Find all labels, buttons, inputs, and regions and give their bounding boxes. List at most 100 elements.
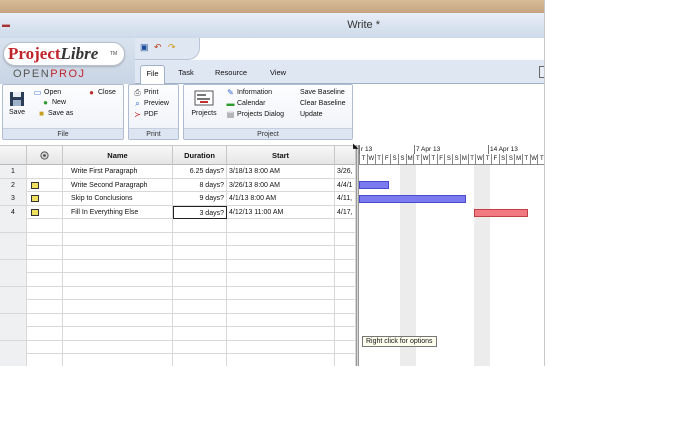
table-row[interactable]: [0, 327, 356, 341]
duration-column-header[interactable]: Duration: [173, 146, 227, 165]
table-row[interactable]: [0, 313, 356, 327]
row-number-header[interactable]: [0, 146, 27, 165]
finish-cell[interactable]: [335, 327, 356, 340]
info-cell[interactable]: [27, 246, 63, 259]
info-cell[interactable]: [27, 232, 63, 246]
undo-icon[interactable]: ↶: [154, 42, 162, 53]
start-cell[interactable]: [227, 327, 335, 340]
finish-cell[interactable]: [335, 246, 356, 259]
name-cell[interactable]: [63, 259, 173, 273]
task-note-icon[interactable]: [31, 181, 39, 189]
dur-cell[interactable]: [173, 259, 227, 273]
gantt-bar-task-3[interactable]: [359, 195, 466, 203]
info-cell[interactable]: [27, 178, 63, 192]
name-cell[interactable]: Write First Paragraph: [63, 165, 173, 178]
start-cell[interactable]: [227, 246, 335, 259]
info-column-header[interactable]: [27, 146, 63, 165]
finish-cell[interactable]: 4/4/1: [335, 178, 356, 192]
start-cell[interactable]: [227, 300, 335, 313]
info-cell[interactable]: [27, 219, 63, 232]
info-cell[interactable]: [27, 192, 63, 205]
finish-cell[interactable]: 3/26,: [335, 165, 356, 178]
save-as-button[interactable]: ■ Save as: [37, 109, 73, 119]
dur-cell[interactable]: 9 days?: [173, 192, 227, 205]
name-cell[interactable]: [63, 219, 173, 232]
start-cell[interactable]: 3/26/13 8:00 AM: [227, 178, 335, 192]
finish-cell[interactable]: [335, 286, 356, 300]
info-cell[interactable]: [27, 165, 63, 178]
dur-cell[interactable]: [173, 246, 227, 259]
projects-dialog-button[interactable]: ▤ Projects Dialog: [226, 110, 284, 120]
dur-cell[interactable]: [173, 273, 227, 286]
tab-resource[interactable]: Resource: [210, 65, 252, 84]
pdf-button[interactable]: ≻ PDF: [133, 110, 158, 120]
finish-cell[interactable]: 4/17,: [335, 205, 356, 219]
table-row[interactable]: [0, 273, 356, 287]
info-cell[interactable]: [27, 205, 63, 219]
table-row[interactable]: [0, 259, 356, 273]
info-cell[interactable]: [27, 327, 63, 340]
clear-baseline-button[interactable]: Clear Baseline: [300, 99, 346, 109]
save-button[interactable]: Save: [5, 91, 29, 116]
name-cell[interactable]: [63, 232, 173, 246]
dur-cell[interactable]: [173, 313, 227, 327]
info-cell[interactable]: [27, 286, 63, 300]
start-cell[interactable]: 4/12/13 11:00 AM: [227, 205, 335, 219]
info-cell[interactable]: [27, 259, 63, 273]
start-column-header[interactable]: Start: [227, 146, 335, 165]
close-button[interactable]: ● Close: [87, 88, 116, 98]
table-row[interactable]: [0, 219, 356, 233]
name-cell[interactable]: Fill In Everything Else: [63, 205, 173, 219]
minimize-ribbon-icon[interactable]: [539, 66, 544, 78]
table-row[interactable]: 1 Write First Paragraph 6.25 days? 3/18/13 …: [0, 165, 356, 179]
table-row[interactable]: [0, 300, 356, 314]
redo-icon[interactable]: ↷: [168, 42, 176, 53]
info-cell[interactable]: [27, 300, 63, 313]
start-cell[interactable]: [227, 286, 335, 300]
dur-cell[interactable]: 8 days?: [173, 178, 227, 192]
start-cell[interactable]: [227, 340, 335, 354]
projects-button[interactable]: Projects: [187, 90, 221, 117]
tab-view[interactable]: View: [263, 65, 293, 84]
table-row[interactable]: 4 Fill In Everything Else 3 days? 4/12/13 1…: [0, 205, 356, 219]
name-column-header[interactable]: Name: [63, 146, 173, 165]
save-baseline-button[interactable]: Save Baseline: [300, 88, 345, 98]
new-button[interactable]: ● New: [41, 98, 66, 108]
start-cell[interactable]: 4/1/13 8:00 AM: [227, 192, 335, 205]
info-cell[interactable]: [27, 354, 63, 366]
finish-cell[interactable]: [335, 300, 356, 313]
table-row[interactable]: 3 Skip to Conclusions 9 days? 4/1/13 8:00 A…: [0, 192, 356, 206]
table-row[interactable]: [0, 354, 356, 366]
finish-cell[interactable]: [335, 232, 356, 246]
table-row[interactable]: [0, 286, 356, 300]
dur-cell[interactable]: 6.25 days?: [173, 165, 227, 178]
calendar-button[interactable]: ▬ Calendar: [226, 99, 266, 109]
dur-cell[interactable]: [173, 300, 227, 313]
open-button[interactable]: ▭ Open: [33, 88, 61, 98]
name-cell[interactable]: [63, 300, 173, 313]
name-cell[interactable]: [63, 354, 173, 366]
name-cell[interactable]: [63, 286, 173, 300]
finish-cell[interactable]: [335, 340, 356, 354]
update-button[interactable]: Update: [300, 110, 323, 120]
finish-cell[interactable]: [335, 313, 356, 327]
finish-cell[interactable]: [335, 273, 356, 286]
task-note-icon[interactable]: [31, 208, 39, 216]
name-cell[interactable]: [63, 340, 173, 354]
information-button[interactable]: ✎ Information: [226, 88, 272, 98]
start-cell[interactable]: [227, 219, 335, 232]
info-cell[interactable]: [27, 313, 63, 327]
dur-cell[interactable]: [173, 219, 227, 232]
tab-file[interactable]: File: [140, 65, 165, 84]
name-cell[interactable]: [63, 327, 173, 340]
start-cell[interactable]: [227, 313, 335, 327]
start-cell[interactable]: [227, 273, 335, 286]
save-quick-icon[interactable]: ▣: [140, 42, 149, 53]
finish-cell[interactable]: [335, 259, 356, 273]
dur-cell[interactable]: [173, 286, 227, 300]
table-row[interactable]: 2 Write Second Paragraph 8 days? 3/26/13 8:…: [0, 178, 356, 192]
gantt-bar-task-2[interactable]: [359, 181, 389, 189]
dur-cell[interactable]: 3 days?: [173, 205, 227, 219]
dur-cell[interactable]: [173, 232, 227, 246]
dur-cell[interactable]: [173, 340, 227, 354]
